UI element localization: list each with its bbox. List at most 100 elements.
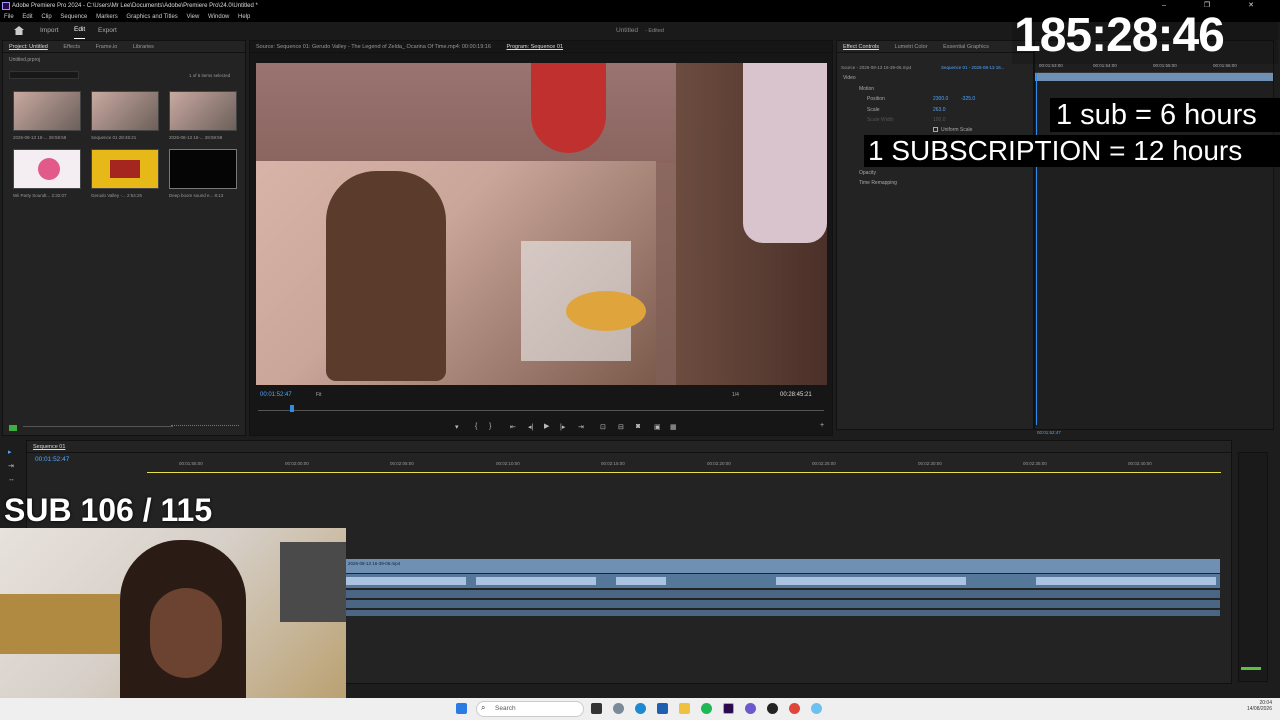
tab-import[interactable]: Import — [40, 22, 58, 40]
menu-graphics[interactable]: Graphics and Titles — [126, 14, 177, 20]
effect-playhead[interactable] — [1036, 73, 1037, 425]
sequence-thumbnail[interactable] — [91, 91, 159, 131]
media-thumbnail[interactable] — [91, 149, 159, 189]
settings-gear-icon[interactable] — [613, 703, 624, 714]
sequence-clip-label[interactable]: Sequence 01 - 2026-08-13 16... — [941, 65, 1005, 70]
project-search-input[interactable] — [9, 71, 79, 79]
timeline-timecode[interactable]: 00:01:52:47 — [35, 456, 69, 463]
clip-bar[interactable] — [1035, 73, 1273, 81]
program-timecode[interactable]: 00:01:52:47 — [260, 392, 292, 398]
menu-clip[interactable]: Clip — [41, 14, 51, 20]
tab-frameio[interactable]: Frame.io — [96, 44, 118, 50]
menu-window[interactable]: Window — [208, 14, 229, 20]
timeline-audio-track-3[interactable] — [346, 600, 1220, 608]
timeline-audio-clip[interactable] — [346, 574, 1220, 588]
person-silhouette — [326, 171, 446, 381]
play-button[interactable]: ▶ — [544, 422, 549, 430]
premiere-pro-icon[interactable] — [723, 703, 734, 714]
ruler-tick: 00:02:40:00 — [1128, 461, 1152, 466]
tools-panel: ▸ ⇥ ↔ — [4, 448, 20, 498]
scale-width-value: 100.0 — [933, 117, 946, 123]
tab-effects[interactable]: Effects — [63, 44, 80, 50]
tab-project[interactable]: Project: Untitled — [9, 44, 48, 50]
time-remapping-effect[interactable]: Time Remapping — [859, 180, 897, 186]
track-select-tool-icon[interactable]: ⇥ — [8, 462, 14, 470]
media-thumbnail[interactable] — [13, 149, 81, 189]
clip-label: 2026-08-13 16-39-06.mp4 — [348, 561, 401, 566]
source-clip-label[interactable]: Source - 2026-08-13 16-39-06.mp4 — [841, 65, 912, 70]
tab-edit[interactable]: Edit — [74, 22, 86, 39]
timeline-audio-track-2[interactable] — [346, 590, 1220, 598]
clock[interactable]: 20:04 14/08/2026 — [1238, 700, 1272, 712]
home-icon[interactable] — [14, 26, 24, 35]
obs-icon[interactable] — [767, 703, 778, 714]
mark-in-button[interactable]: { — [475, 423, 477, 430]
chrome-icon[interactable] — [789, 703, 800, 714]
tab-export[interactable]: Export — [98, 22, 117, 40]
fit-dropdown[interactable]: Fit — [316, 392, 322, 398]
windows-taskbar: ⌕ Search 20:04 14/08/2026 — [0, 698, 1280, 720]
pencil-icon[interactable] — [9, 425, 17, 431]
extract-button[interactable]: ⊟ — [618, 423, 624, 431]
tab-lumetri[interactable]: Lumetri Color — [895, 44, 928, 50]
position-label: Position — [867, 96, 885, 102]
media-thumbnail[interactable] — [169, 91, 237, 131]
ruler-tick: 00:02:30:00 — [918, 461, 942, 466]
menu-file[interactable]: File — [4, 14, 14, 20]
uniform-scale-checkbox[interactable] — [933, 127, 938, 132]
media-name: 2026-08-13 16-... 28:59:58 — [13, 135, 67, 140]
program-video-frame[interactable] — [256, 63, 827, 385]
motion-effect[interactable]: Motion — [859, 86, 874, 92]
timeline-audio-track-4[interactable] — [346, 610, 1220, 616]
media-thumbnail[interactable] — [13, 91, 81, 131]
tab-effect-controls[interactable]: Effect Controls — [843, 44, 879, 50]
scale-value[interactable]: 263.0 — [933, 107, 946, 113]
timeline-video-clip[interactable]: 2026-08-13 16-39-06.mp4 — [346, 559, 1220, 573]
tab-program[interactable]: Program: Sequence 01 — [506, 44, 563, 50]
selection-tool-icon[interactable]: ▸ — [8, 448, 12, 456]
menu-view[interactable]: View — [186, 14, 199, 20]
opacity-effect[interactable]: Opacity — [859, 170, 876, 176]
project-toolbar-icons[interactable] — [171, 425, 239, 431]
step-forward-button[interactable]: |▸ — [560, 423, 565, 431]
edge-icon[interactable] — [635, 703, 646, 714]
discord-icon[interactable] — [745, 703, 756, 714]
quality-dropdown[interactable]: 1/4 — [732, 392, 739, 398]
ripple-edit-tool-icon[interactable]: ↔ — [8, 476, 15, 483]
position-x-value[interactable]: 2300.0 — [933, 96, 948, 102]
export-frame-button[interactable]: ◙ — [636, 423, 640, 430]
add-marker-button[interactable]: ▾ — [455, 423, 459, 431]
settings-button[interactable]: ▦ — [670, 423, 677, 431]
timeline-ruler[interactable]: 00:01:55:00 00:02:00:00 00:02:05:00 00:0… — [147, 459, 1221, 475]
start-icon[interactable] — [456, 703, 467, 714]
add-button[interactable]: + — [820, 422, 824, 429]
tab-source[interactable]: Source: Sequence 01: Gerudo Valley - The… — [256, 44, 491, 50]
zoom-slider[interactable] — [23, 426, 173, 430]
spotify-icon[interactable] — [701, 703, 712, 714]
tab-essential-graphics[interactable]: Essential Graphics — [943, 44, 989, 50]
timeline-tabs: Sequence 01 — [27, 441, 1231, 453]
menu-sequence[interactable]: Sequence — [60, 14, 87, 20]
tab-libraries[interactable]: Libraries — [133, 44, 154, 50]
lift-button[interactable]: ⊡ — [600, 423, 606, 431]
playhead-handle[interactable] — [290, 405, 294, 412]
comparison-view-button[interactable]: ▣ — [654, 423, 661, 431]
menu-markers[interactable]: Markers — [96, 14, 118, 20]
tab-sequence[interactable]: Sequence 01 — [33, 444, 65, 450]
app-icon[interactable] — [811, 703, 822, 714]
store-icon[interactable] — [657, 703, 668, 714]
work-area-bar[interactable] — [147, 472, 1221, 473]
taskbar-search[interactable]: ⌕ Search — [476, 701, 584, 717]
menu-help[interactable]: Help — [238, 14, 250, 20]
mark-out-button[interactable]: } — [489, 423, 491, 430]
task-view-icon[interactable] — [591, 703, 602, 714]
step-back-button[interactable]: ◂| — [528, 423, 533, 431]
playhead-scrubber[interactable] — [258, 410, 824, 413]
go-to-out-button[interactable]: ⇥ — [578, 423, 584, 431]
sub-count-text: SUB 106 / 115 — [4, 492, 213, 528]
file-explorer-icon[interactable] — [679, 703, 690, 714]
media-thumbnail-selected[interactable] — [169, 149, 237, 189]
go-to-in-button[interactable]: ⇤ — [510, 423, 516, 431]
menu-edit[interactable]: Edit — [22, 14, 32, 20]
position-y-value[interactable]: -325.0 — [961, 96, 975, 102]
